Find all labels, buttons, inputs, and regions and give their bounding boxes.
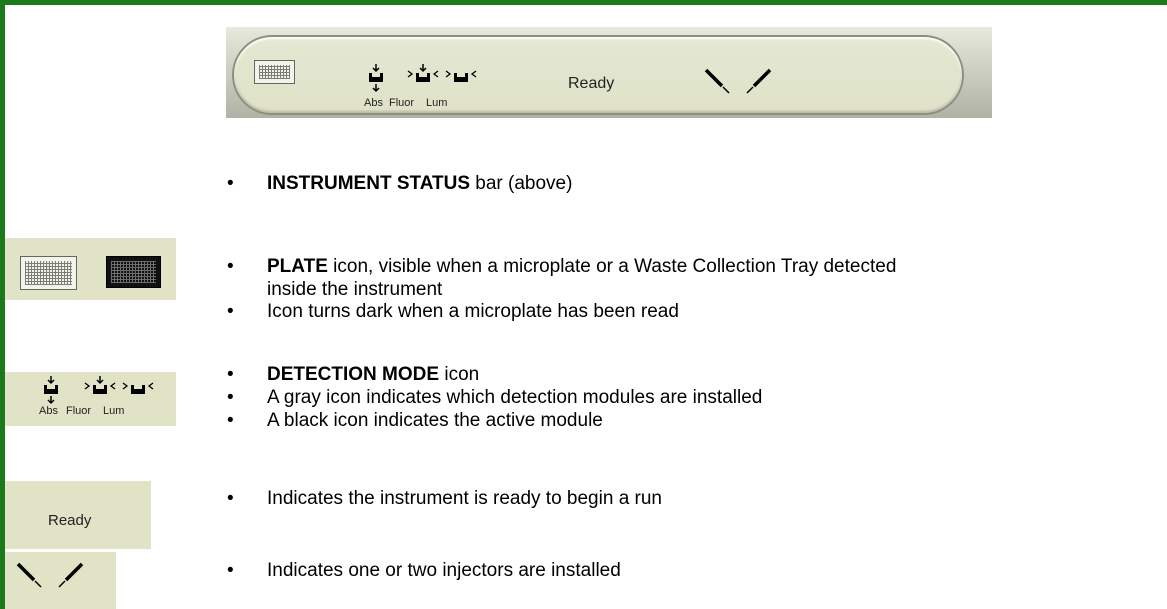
lum-legend-icon xyxy=(122,382,154,394)
list-item: • Icon turns dark when a microplate has … xyxy=(227,301,679,322)
fluor-mode-icon[interactable] xyxy=(406,64,440,86)
list-item: • PLATE icon, visible when a microplate … xyxy=(227,256,897,300)
fluor-legend-label: Fluor xyxy=(66,405,92,417)
status-ready-text: Ready xyxy=(568,75,615,92)
list-item: • INSTRUMENT STATUS bar (above) xyxy=(227,173,573,194)
injectors-icon xyxy=(704,68,772,94)
injector-desc: Indicates one or two injectors are insta… xyxy=(267,560,621,581)
lum-mode-icon[interactable] xyxy=(444,66,478,86)
fluor-mode-label: Fluor xyxy=(389,97,415,109)
ready-legend-text: Ready xyxy=(48,512,92,529)
injector-legend-icon xyxy=(16,562,84,588)
list-item: • DETECTION MODE icon xyxy=(227,364,480,385)
list-item: • A gray icon indicates which detection … xyxy=(227,387,763,408)
abs-legend-label: Abs xyxy=(39,405,58,417)
lum-mode-label: Lum xyxy=(426,97,448,109)
abs-legend-icon xyxy=(44,376,58,405)
lum-legend-label: Lum xyxy=(103,405,125,417)
list-item: • Indicates one or two injectors are ins… xyxy=(227,560,621,581)
plate-desc: icon, visible when a microplate or a Was… xyxy=(267,256,897,300)
list-item: • Indicates the instrument is ready to b… xyxy=(227,488,663,509)
abs-mode-label: Abs xyxy=(364,97,383,109)
list-item: • A black icon indicates the active modu… xyxy=(227,410,603,431)
black-icon-desc: A black icon indicates the active module xyxy=(267,410,603,431)
status-bar-desc: bar (above) xyxy=(470,173,573,194)
ready-desc: Indicates the instrument is ready to beg… xyxy=(267,488,663,509)
detection-mode-desc: icon xyxy=(439,364,480,385)
fluor-legend-icon xyxy=(84,376,116,394)
plate-icon-dark xyxy=(106,256,161,288)
detection-mode-heading: DETECTION MODE xyxy=(267,364,440,385)
plate-dark-desc: Icon turns dark when a microplate has be… xyxy=(267,301,679,322)
gray-icon-desc: A gray icon indicates which detection mo… xyxy=(267,387,763,408)
plate-heading: PLATE xyxy=(267,256,328,277)
plate-icon-light xyxy=(20,256,77,290)
frame-top-border xyxy=(0,0,1167,5)
status-bar-heading: INSTRUMENT STATUS xyxy=(267,173,471,194)
plate-icon[interactable] xyxy=(254,60,295,84)
abs-mode-icon[interactable] xyxy=(366,64,386,96)
